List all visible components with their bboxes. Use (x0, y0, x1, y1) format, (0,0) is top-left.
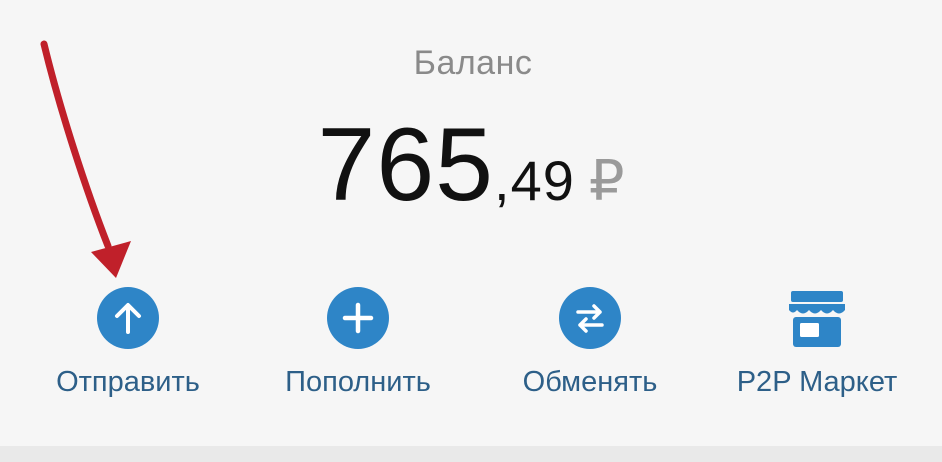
arrow-up-icon (96, 286, 160, 350)
actions-bar: Отправить Пополнить Обменять P2P Маркет (0, 286, 942, 416)
balance-whole: 765 (317, 107, 495, 223)
topup-button[interactable]: Пополнить (258, 286, 458, 399)
currency-symbol: ₽ (588, 149, 625, 212)
balance-fraction: ,49 (494, 149, 575, 212)
send-label: Отправить (56, 366, 200, 398)
swap-arrows-icon (558, 286, 622, 350)
exchange-button[interactable]: Обменять (490, 286, 690, 399)
topup-label: Пополнить (285, 366, 431, 398)
wallet-card: Баланс 765,49 ₽ Отправить Пополнить Обме… (0, 0, 942, 446)
p2p-market-button[interactable]: P2P Маркет (712, 286, 922, 399)
store-icon (785, 286, 849, 350)
balance-amount: 765,49 ₽ (0, 106, 942, 225)
exchange-label: Обменять (522, 366, 658, 398)
send-button[interactable]: Отправить (28, 286, 228, 399)
p2p-market-label: P2P Маркет (736, 366, 898, 398)
plus-icon (326, 286, 390, 350)
balance-label: Баланс (413, 44, 533, 82)
